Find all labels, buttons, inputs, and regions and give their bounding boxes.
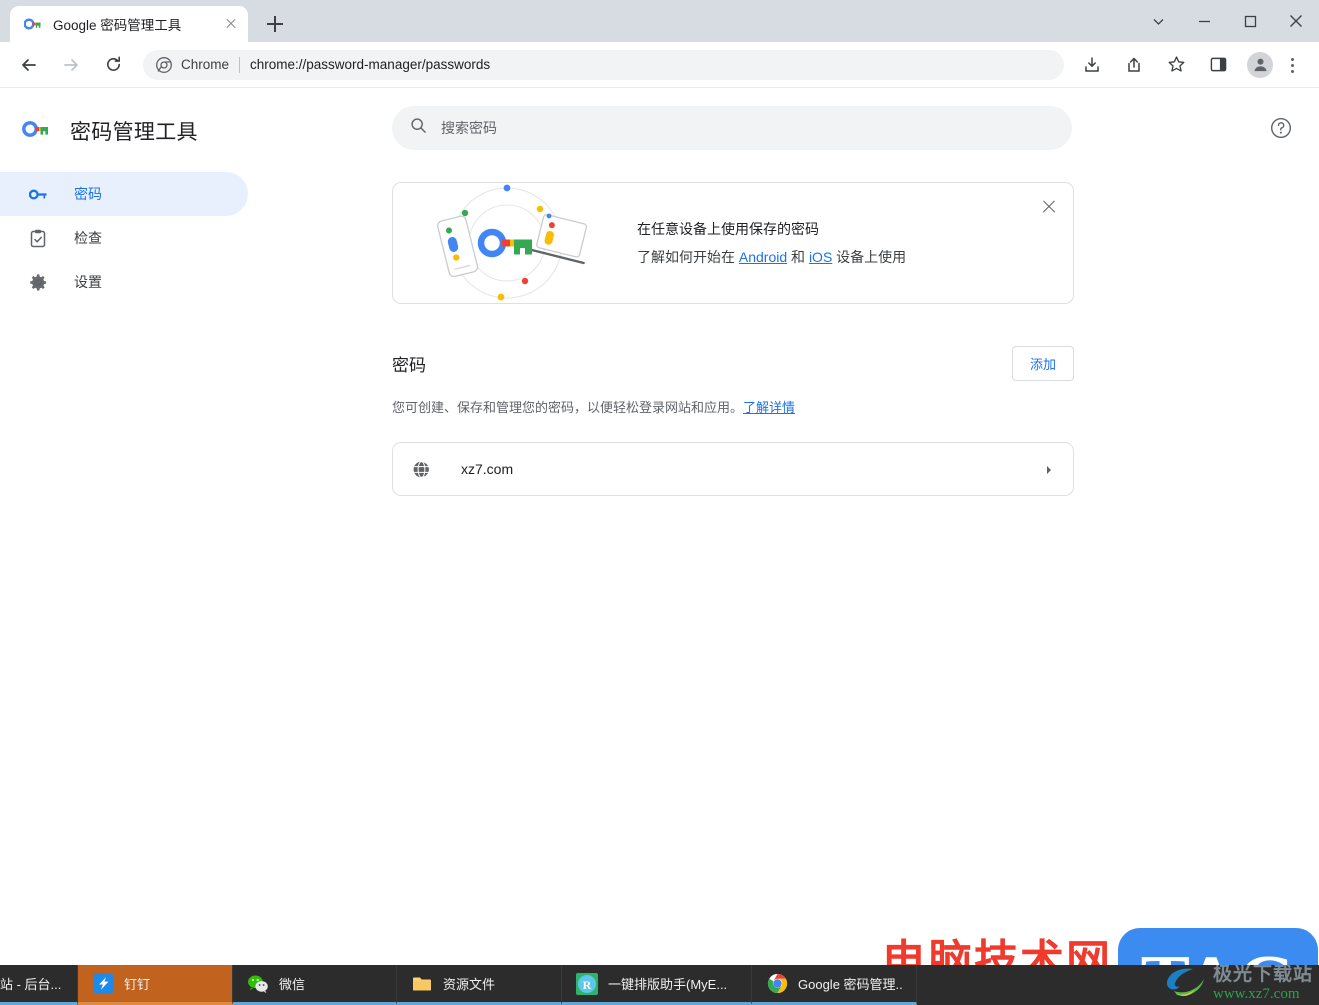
- main-content: 搜索密码 在任意设备上使用保存的密码 了解如何开始在 Android 和 iOS…: [270, 88, 1319, 1005]
- promo-sub-prefix: 了解如何开始在: [637, 249, 739, 265]
- watermark-url: www.xz7.com: [1212, 986, 1300, 1002]
- maximize-icon[interactable]: [1227, 0, 1273, 42]
- taskbar-item-chrome[interactable]: Google 密码管理...: [752, 965, 917, 1005]
- search-row: 搜索密码: [270, 88, 1319, 150]
- section-description-text: 您可创建、保存和管理您的密码，以便轻松登录网站和应用。: [392, 400, 744, 415]
- watermark-title: 极光下载站: [1212, 965, 1313, 985]
- taskbar-item-wechat[interactable]: 微信: [233, 965, 397, 1005]
- sidebar-item-passwords[interactable]: 密码: [0, 172, 248, 216]
- omnibox-url[interactable]: chrome://password-manager/passwords: [250, 57, 490, 72]
- google-key-icon: [22, 118, 52, 145]
- browser-toolbar: Chrome chrome://password-manager/passwor…: [0, 42, 1319, 88]
- back-arrow-icon[interactable]: [12, 48, 46, 82]
- chrome-menu-icon[interactable]: [1281, 54, 1303, 76]
- sidebar-nav: 密码 检查 设置: [0, 172, 270, 304]
- close-icon[interactable]: [222, 15, 240, 33]
- taskbar-item-label: 微信: [279, 977, 306, 992]
- promo-headline: 在任意设备上使用保存的密码: [637, 221, 819, 237]
- taskbar-item-label: 站 - 后台...: [0, 977, 62, 992]
- chevron-down-icon[interactable]: [1135, 0, 1181, 42]
- windows-taskbar: 站 - 后台... 钉钉 微信 资源文件 R 一键排版助手(MyE... Goo…: [0, 965, 1319, 1005]
- search-icon: [410, 117, 427, 139]
- key-icon: [28, 184, 48, 204]
- minimize-icon[interactable]: [1181, 0, 1227, 42]
- forward-arrow-icon[interactable]: [54, 48, 88, 82]
- help-circle-icon[interactable]: [1269, 116, 1295, 142]
- taskbar-item-label: 一键排版助手(MyE...: [608, 977, 728, 992]
- password-site-name: xz7.com: [461, 461, 514, 477]
- aurora-swoosh-logo: [1163, 965, 1209, 1001]
- search-input[interactable]: 搜索密码: [392, 106, 1072, 150]
- sidebar-item-label: 设置: [74, 274, 102, 290]
- gear-icon: [28, 272, 48, 292]
- share-icon[interactable]: [1117, 48, 1151, 82]
- close-icon[interactable]: [1273, 0, 1319, 42]
- browser-tab[interactable]: Google 密码管理工具: [10, 6, 248, 42]
- clipboard-check-icon: [28, 228, 48, 248]
- password-list: xz7.com: [392, 442, 1074, 496]
- svg-text:R: R: [583, 978, 592, 992]
- profile-avatar[interactable]: [1247, 51, 1273, 78]
- chrome-icon: [766, 973, 788, 995]
- taskbar-item-folder[interactable]: 资源文件: [397, 965, 562, 1005]
- browser-tabstrip: Google 密码管理工具: [0, 0, 1319, 42]
- promo-sub-mid: 和: [787, 249, 809, 265]
- address-bar[interactable]: Chrome chrome://password-manager/passwor…: [143, 49, 1064, 80]
- taskbar-item[interactable]: 站 - 后台...: [0, 965, 78, 1005]
- reload-icon[interactable]: [96, 48, 130, 82]
- taskbar-item-typesetting[interactable]: R 一键排版助手(MyE...: [562, 965, 752, 1005]
- list-item[interactable]: xz7.com: [393, 443, 1073, 495]
- cross-device-promo-card: 在任意设备上使用保存的密码 了解如何开始在 Android 和 iOS 设备上使…: [392, 182, 1074, 304]
- globe-icon: [411, 459, 431, 479]
- typesetting-app-icon: R: [576, 972, 598, 995]
- sidebar-item-label: 密码: [74, 186, 102, 202]
- sidebar-item-settings[interactable]: 设置: [0, 260, 248, 304]
- omnibox-separator: [239, 56, 241, 73]
- ios-link[interactable]: iOS: [809, 249, 832, 265]
- google-key-icon: [23, 16, 42, 32]
- download-site-watermark: 极光下载站 www.xz7.com: [1163, 965, 1313, 1003]
- app-brand: 密码管理工具: [0, 102, 270, 154]
- side-panel-icon[interactable]: [1201, 48, 1235, 82]
- chevron-right-icon[interactable]: [1043, 463, 1055, 475]
- folder-icon: [411, 973, 433, 995]
- download-icon[interactable]: [1075, 48, 1109, 82]
- bookmark-star-icon[interactable]: [1159, 48, 1193, 82]
- dingtalk-icon: [92, 973, 114, 995]
- chrome-icon: [156, 56, 172, 73]
- page-title: 密码管理工具: [70, 121, 198, 144]
- sidebar-item-checkup[interactable]: 检查: [0, 216, 248, 260]
- wechat-icon: [247, 973, 269, 995]
- toolbar-actions: [1071, 48, 1311, 82]
- watermark-text: 极光下载站 www.xz7.com: [1213, 965, 1313, 1003]
- taskbar-item-label: 钉钉: [124, 977, 151, 992]
- password-manager-page: 密码管理工具 密码 检查 设置 搜索密码 在任意设备上使用保存的密码 了解如何开…: [0, 88, 1319, 1005]
- sidebar: 密码管理工具 密码 检查 设置: [0, 88, 270, 964]
- section-title: 密码: [392, 356, 426, 375]
- passwords-section-header: 密码 添加: [392, 346, 1074, 381]
- learn-more-link[interactable]: 了解详情: [743, 400, 795, 415]
- add-password-button[interactable]: 添加: [1011, 346, 1074, 381]
- window-controls: [1135, 0, 1319, 42]
- tab-title: Google 密码管理工具: [53, 18, 182, 33]
- taskbar-item-dingtalk[interactable]: 钉钉: [78, 965, 233, 1005]
- promo-sub-suffix: 设备上使用: [832, 249, 907, 265]
- google-key-devices-illustration: [417, 184, 597, 302]
- section-description: 您可创建、保存和管理您的密码，以便轻松登录网站和应用。了解详情: [392, 397, 1074, 416]
- omnibox-site-label: Chrome: [181, 57, 230, 72]
- sidebar-item-label: 检查: [74, 230, 102, 246]
- search-placeholder: 搜索密码: [441, 120, 497, 136]
- taskbar-item-label: 资源文件: [443, 977, 496, 992]
- close-icon[interactable]: [1039, 197, 1059, 217]
- promo-text: 在任意设备上使用保存的密码 了解如何开始在 Android 和 iOS 设备上使…: [637, 219, 906, 267]
- taskbar-item-label: Google 密码管理...: [798, 977, 902, 992]
- promo-subline: 了解如何开始在 Android 和 iOS 设备上使用: [637, 247, 906, 267]
- new-tab-button[interactable]: [260, 9, 290, 39]
- android-link[interactable]: Android: [739, 249, 787, 265]
